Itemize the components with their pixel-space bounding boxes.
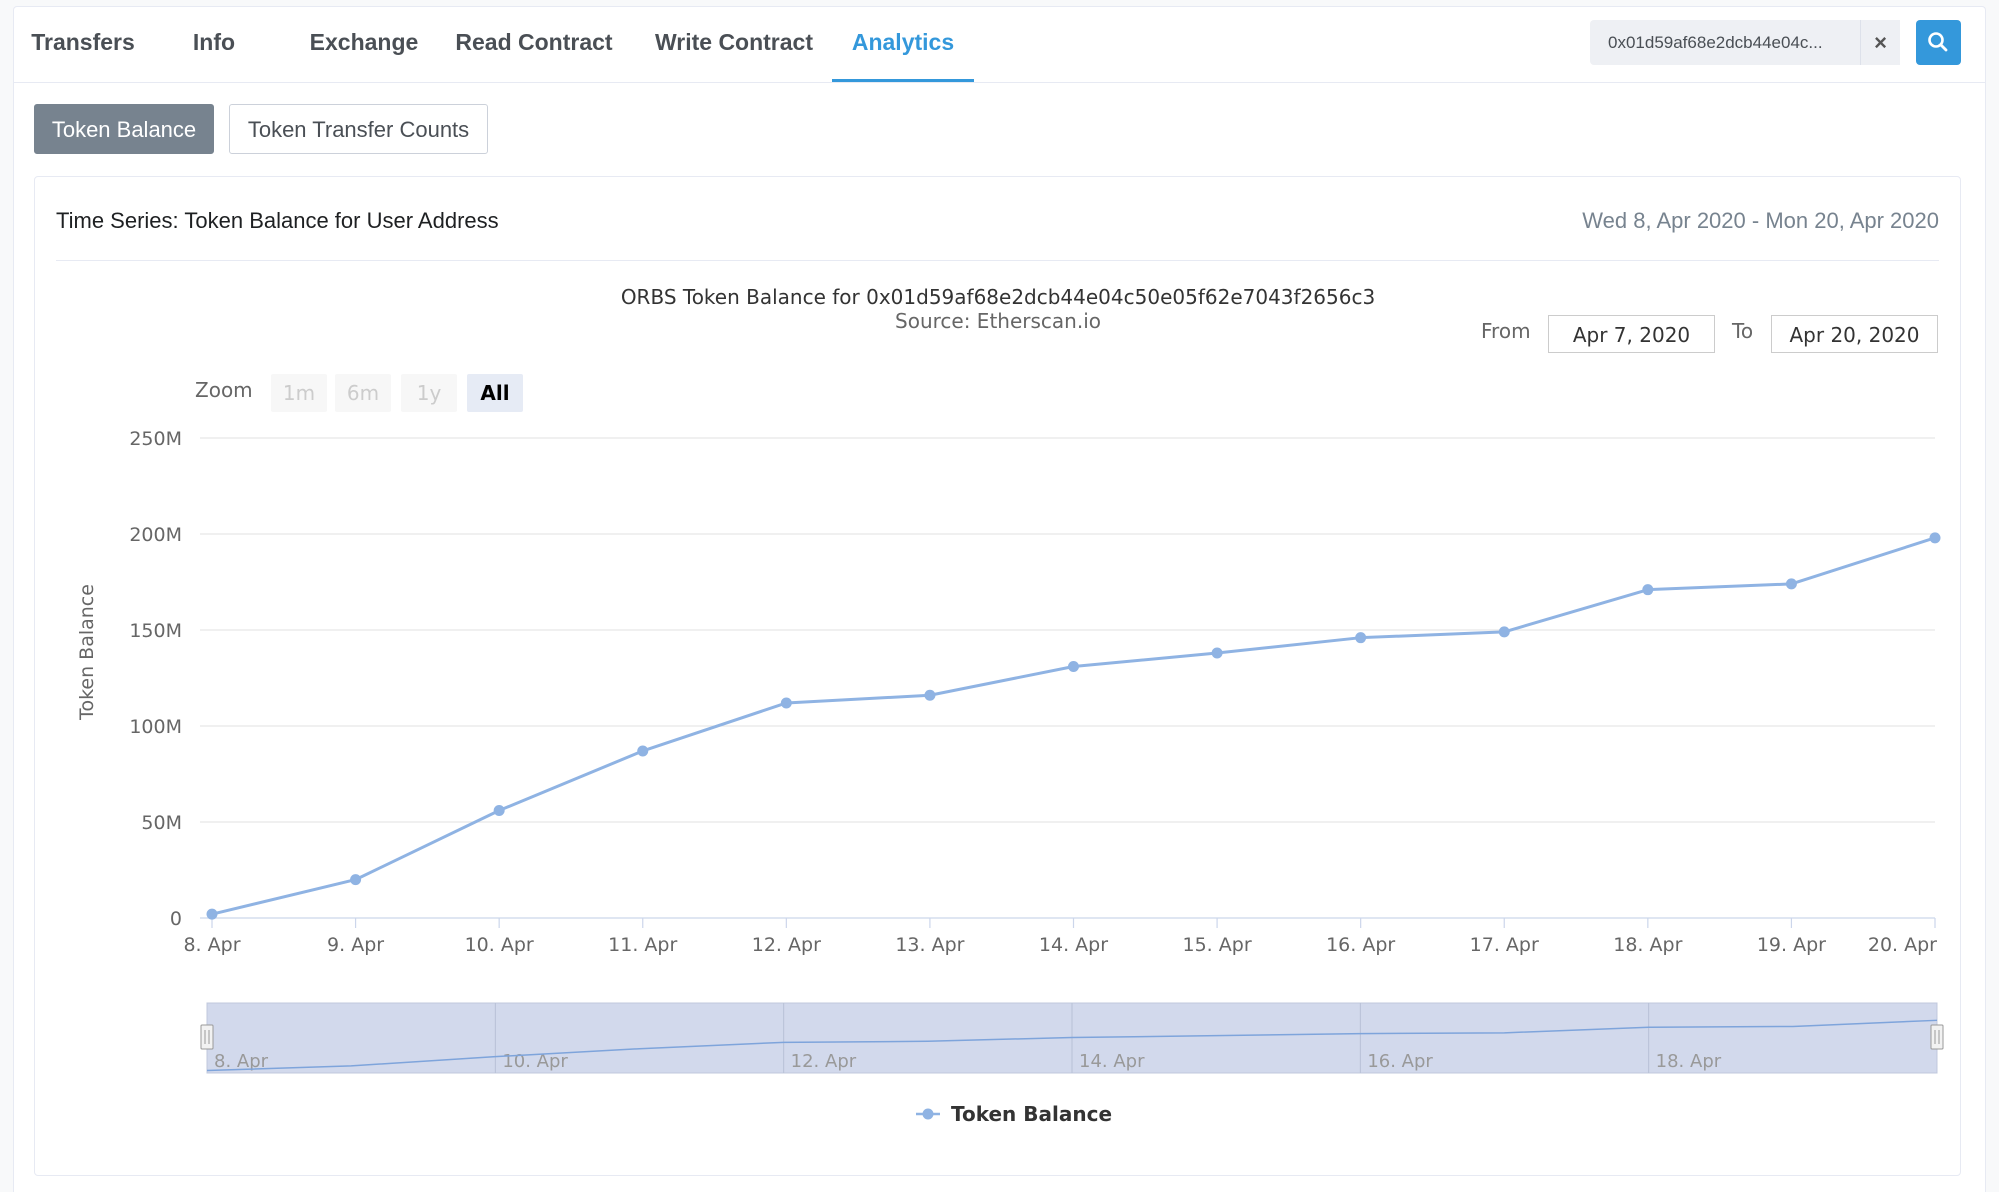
- grid: [200, 437, 1935, 919]
- search-icon: [1928, 32, 1948, 52]
- zoom-buttons: 1m 6m 1y All: [271, 374, 523, 412]
- tab-exchange[interactable]: Exchange: [289, 7, 439, 82]
- search-button[interactable]: [1916, 20, 1961, 65]
- token-transfer-counts-button[interactable]: Token Transfer Counts: [229, 104, 488, 154]
- y-tick-label: 250M: [129, 428, 182, 450]
- navigator-tick-label: 14. Apr: [1079, 1051, 1145, 1072]
- data-point[interactable]: [1498, 626, 1510, 638]
- y-axis-ticks: 0 50M 100M 150M 200M 250M: [129, 428, 182, 930]
- y-tick-label: 0: [170, 908, 182, 930]
- tab-write-contract[interactable]: Write Contract: [644, 7, 824, 82]
- navigator-tick-label: 12. Apr: [791, 1051, 857, 1072]
- x-tick-label: 11. Apr: [608, 934, 677, 956]
- zoom-1m-label: 1m: [283, 381, 315, 405]
- x-tick-label: 15. Apr: [1183, 934, 1252, 956]
- data-point[interactable]: [924, 689, 936, 701]
- y-tick-label: 200M: [129, 524, 182, 546]
- range-from-input[interactable]: Apr 7, 2020: [1548, 315, 1715, 353]
- y-tick-label: 150M: [129, 620, 182, 642]
- legend-marker: [922, 1108, 934, 1120]
- tab-transfers[interactable]: Transfers: [28, 7, 138, 82]
- chart-subtitle: Source: Etherscan.io: [895, 309, 1101, 333]
- data-point[interactable]: [1929, 532, 1941, 544]
- navigator-left-handle[interactable]: [200, 1024, 214, 1050]
- token-balance-button[interactable]: Token Balance: [34, 104, 214, 154]
- data-point[interactable]: [637, 745, 649, 757]
- data-point[interactable]: [1642, 584, 1654, 596]
- x-tick-label: 9. Apr: [327, 934, 384, 956]
- data-point[interactable]: [1211, 647, 1223, 659]
- data-point[interactable]: [1355, 632, 1367, 644]
- legend-label: Token Balance: [951, 1102, 1112, 1126]
- y-tick-label: 50M: [141, 812, 182, 834]
- x-axis-ticks: 8. Apr 9. Apr 10. Apr 11. Apr 12. Apr 13. Apr…: [183, 918, 1937, 956]
- x-tick-label: 10. Apr: [465, 934, 534, 956]
- tab-info[interactable]: Info: [184, 7, 244, 82]
- chart-panel: Time Series: Token Balance for User Addr…: [34, 176, 1961, 1176]
- x-tick-label: 8. Apr: [183, 934, 240, 956]
- zoom-1y-label: 1y: [417, 381, 442, 405]
- legend[interactable]: Token Balance: [916, 1102, 1112, 1126]
- x-tick-label: 18. Apr: [1613, 934, 1682, 956]
- range-to-input[interactable]: Apr 20, 2020: [1771, 315, 1938, 353]
- x-tick-label: 16. Apr: [1326, 934, 1395, 956]
- range-to-label: To: [1732, 319, 1754, 343]
- zoom-label: Zoom: [195, 378, 253, 402]
- zoom-6m-label: 6m: [347, 381, 379, 405]
- navigator-tick-label: 18. Apr: [1656, 1051, 1722, 1072]
- tab-analytics[interactable]: Analytics: [832, 7, 974, 82]
- navigator-tick-label: 16. Apr: [1367, 1051, 1433, 1072]
- data-point[interactable]: [780, 697, 792, 709]
- zoom-All-label: All: [480, 381, 509, 405]
- range-from-label: From: [1481, 319, 1531, 343]
- y-axis-label: Token Balance: [76, 584, 98, 721]
- x-tick-label: 13. Apr: [895, 934, 964, 956]
- x-tick-label: 17. Apr: [1470, 934, 1539, 956]
- data-point[interactable]: [1785, 578, 1797, 590]
- data-point[interactable]: [350, 874, 362, 886]
- data-point[interactable]: [1068, 660, 1079, 672]
- x-tick-label: 20. Apr: [1868, 934, 1937, 956]
- tab-bar: Transfers Info Exchange Read Contract Wr…: [14, 7, 1985, 83]
- data-point[interactable]: [206, 908, 218, 920]
- navigator[interactable]: 8. Apr 10. Apr 12. Apr 14. Apr 16. Apr 18. Ap…: [200, 1002, 1944, 1074]
- navigator-right-handle[interactable]: [1930, 1024, 1944, 1050]
- x-tick-label: 19. Apr: [1757, 934, 1826, 956]
- x-tick-label: 14. Apr: [1039, 934, 1108, 956]
- y-tick-label: 100M: [129, 716, 182, 738]
- token-page-card: Transfers Info Exchange Read Contract Wr…: [13, 6, 1986, 1192]
- search-input[interactable]: 0x01d59af68e2dcb44e04c...: [1590, 20, 1860, 65]
- tab-read-contract[interactable]: Read Contract: [439, 7, 629, 82]
- x-tick-label: 12. Apr: [752, 934, 821, 956]
- chart-title: ORBS Token Balance for 0x01d59af68e2dcb4…: [621, 285, 1375, 309]
- close-icon[interactable]: ×: [1860, 20, 1900, 65]
- data-point[interactable]: [493, 804, 505, 816]
